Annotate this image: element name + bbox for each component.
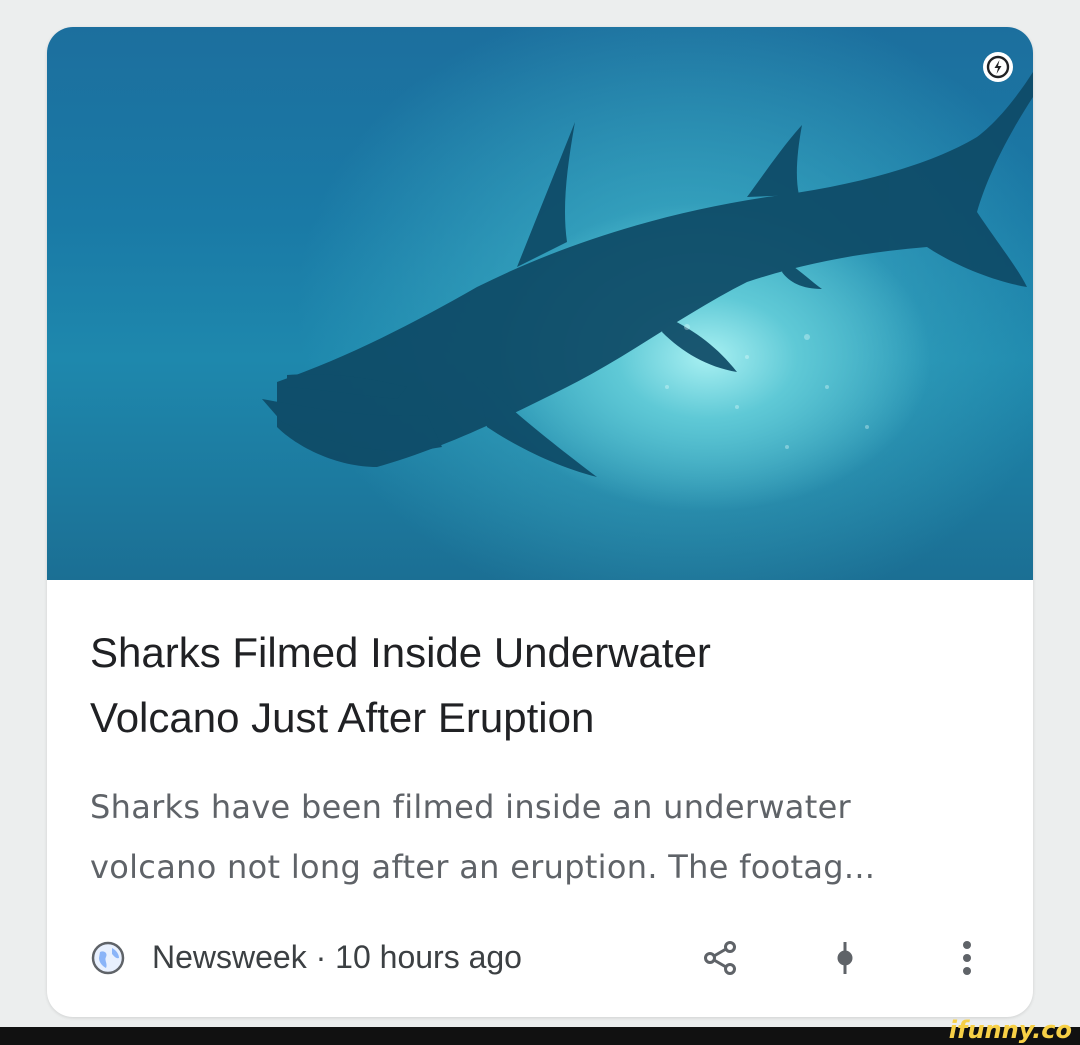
article-snippet: Sharks have been filmed inside an underw… [90,777,1010,897]
article-image[interactable] [47,27,1033,580]
card-footer: Newsweek · 10 hours ago [47,932,1033,982]
save-button[interactable] [821,934,869,982]
more-vert-icon [963,941,971,975]
amp-lightning-icon [983,52,1013,82]
article-snippet-line: volcano not long after an eruption. The … [90,848,876,886]
share-button[interactable] [697,934,745,982]
bottom-bar [0,1027,1080,1045]
article-title[interactable]: Sharks Filmed Inside Underwater Volcano … [90,620,990,750]
shark-silhouette [262,72,1033,477]
more-options-button[interactable] [943,934,991,982]
article-title-line: Volcano Just After Eruption [90,694,595,741]
bookmark-icon [837,942,853,974]
article-snippet-line: Sharks have been filmed inside an underw… [90,788,852,826]
news-card[interactable]: Sharks Filmed Inside Underwater Volcano … [47,27,1033,1017]
watermark: ifunny.co [948,1016,1072,1044]
share-icon [704,941,736,975]
article-title-line: Sharks Filmed Inside Underwater [90,629,711,676]
source-and-time: Newsweek · 10 hours ago [152,939,522,975]
globe-icon [90,940,126,976]
